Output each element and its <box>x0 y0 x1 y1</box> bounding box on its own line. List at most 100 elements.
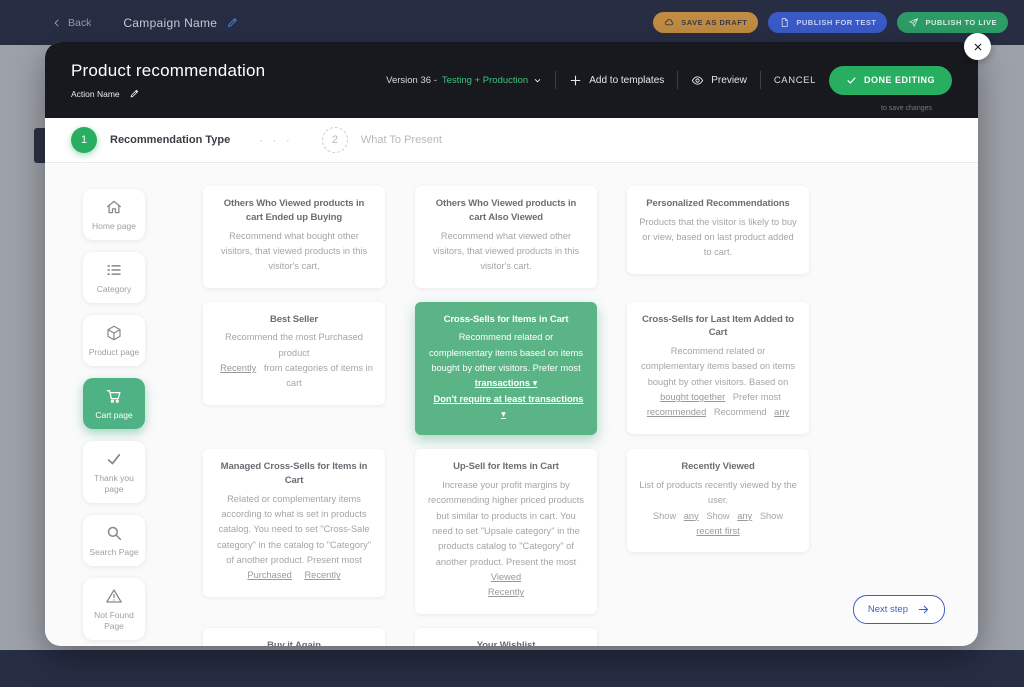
edit-campaign-name-icon[interactable] <box>226 16 239 29</box>
bottom-bar <box>0 650 1024 687</box>
list-icon <box>105 261 123 279</box>
card-option-link[interactable]: Purchased <box>247 570 291 580</box>
card-title: Personalized Recommendations <box>638 197 798 211</box>
sidebar-item-home-page[interactable]: Home page <box>83 189 145 240</box>
card-description: Recommend what viewed other visitors, th… <box>426 229 586 275</box>
sidebar-item-label: Category <box>97 284 132 295</box>
arrow-right-icon <box>917 603 930 616</box>
cart-icon <box>105 387 123 405</box>
check-icon <box>846 75 857 86</box>
sidebar-item-category[interactable]: Category <box>83 252 145 303</box>
done-editing-button[interactable]: DONE EDITING <box>829 66 952 95</box>
sidebar-item-not-found-page[interactable]: Not Found Page <box>83 578 145 640</box>
recommendation-card[interactable]: Cross-Sells for Items in Cart Recommend r… <box>415 302 597 436</box>
card-option-link[interactable]: Recently <box>488 587 524 597</box>
close-modal-button[interactable] <box>964 33 991 60</box>
cloud-icon <box>664 17 675 28</box>
card-description: Increase your profit margins by recommen… <box>426 478 586 601</box>
card-option-link[interactable]: recommended <box>647 407 706 417</box>
divider <box>677 71 678 89</box>
card-title: Best Seller <box>214 313 374 327</box>
back-button[interactable]: Back <box>52 17 91 29</box>
search-icon <box>105 524 123 542</box>
top-bar: Back Campaign Name SAVE AS DRAFT PUBLISH… <box>0 0 1024 45</box>
card-option-link[interactable]: any <box>684 511 699 521</box>
product-recommendation-modal: Product recommendation Action Name Versi… <box>45 42 978 646</box>
add-to-templates-button[interactable]: Add to templates <box>569 74 664 87</box>
page: { "topbar": { "back_label": "Back", "cam… <box>0 0 1024 687</box>
recommendation-card[interactable]: Up-Sell for Items in Cart Increase your p… <box>415 449 597 613</box>
done-editing-hint: to save changes <box>881 105 932 112</box>
eye-icon <box>691 74 704 87</box>
recommendation-card[interactable]: Managed Cross-Sells for Items in Cart Rel… <box>203 449 385 597</box>
modal-title: Product recommendation <box>71 61 265 81</box>
card-option-link[interactable]: recent first <box>696 526 739 536</box>
card-title: Buy it Again <box>214 639 374 646</box>
recommendation-card[interactable]: Cross-Sells for Last Item Added to CartR… <box>627 302 809 434</box>
card-description: Products that the visitor is likely to b… <box>638 215 798 261</box>
page-type-sidebar: Home page Category Product page Cart page Th… <box>83 189 145 640</box>
card-option-dropdown[interactable]: Don't require at least transactions ▾ <box>434 394 584 419</box>
modal-body: Home page Category Product page Cart page Th… <box>45 164 978 646</box>
sidebar-item-cart-page[interactable]: Cart page <box>83 378 145 429</box>
home-icon <box>105 198 123 216</box>
steps-bar: 1 Recommendation Type · · · 2 What To Pr… <box>45 118 978 163</box>
check-icon <box>105 450 123 468</box>
recommendation-card[interactable]: Your WishlistProducts from Personyze vis… <box>415 628 597 646</box>
sidebar-item-label: Thank you page <box>86 473 142 495</box>
card-title: Recently Viewed <box>638 460 798 474</box>
publish-to-live-button[interactable]: PUBLISH TO LIVE <box>897 12 1008 33</box>
publish-for-test-button[interactable]: PUBLISH FOR TEST <box>768 12 887 33</box>
sidebar-item-thank-you-page[interactable]: Thank you page <box>83 441 145 503</box>
modal-header: Product recommendation Action Name Versi… <box>45 42 978 118</box>
card-option-link[interactable]: Recently <box>220 363 256 373</box>
campaign-name: Campaign Name <box>123 16 239 30</box>
recommendation-card[interactable]: Personalized Recommendations Products tha… <box>627 186 809 274</box>
divider <box>760 71 761 89</box>
divider <box>555 71 556 89</box>
close-icon <box>972 41 984 53</box>
card-option-link[interactable]: any <box>774 407 789 417</box>
preview-button[interactable]: Preview <box>691 74 747 87</box>
topbar-actions: SAVE AS DRAFT PUBLISH FOR TEST PUBLISH T… <box>653 12 1008 33</box>
recommendation-card[interactable]: Others Who Viewed products in cart Also … <box>415 186 597 288</box>
card-title: Cross-Sells for Items in Cart <box>426 313 586 327</box>
card-option-link[interactable]: Recently <box>304 570 340 580</box>
card-title: Managed Cross-Sells for Items in Cart <box>214 460 374 488</box>
step-1-circle: 1 <box>71 127 97 153</box>
card-description: Related or complementary items according… <box>214 492 374 584</box>
sidebar-item-label: Product page <box>89 347 140 358</box>
recommendation-card[interactable]: Others Who Viewed products in cart Ended… <box>203 186 385 288</box>
cube-icon <box>105 324 123 342</box>
sidebar-item-search-page[interactable]: Search Page <box>83 515 145 566</box>
card-description: Recommend related or complementary items… <box>638 344 798 421</box>
next-step-button[interactable]: Next step <box>853 595 945 624</box>
recommendation-card[interactable]: Buy it AgainList of products the visitor… <box>203 628 385 646</box>
cancel-button[interactable]: CANCEL <box>774 75 816 86</box>
card-option-dropdown[interactable]: transactions ▾ <box>475 378 538 388</box>
action-name: Action Name <box>71 88 265 99</box>
recommendation-card[interactable]: Recently ViewedList of products recently… <box>627 449 809 552</box>
edit-action-name-icon[interactable] <box>129 88 140 99</box>
card-option-link[interactable]: Viewed <box>491 572 521 582</box>
save-as-draft-button[interactable]: SAVE AS DRAFT <box>653 12 758 33</box>
version-selector[interactable]: Version 36 - Testing + Production <box>386 75 542 86</box>
steps-separator: · · · <box>259 133 293 147</box>
warning-icon <box>105 587 123 605</box>
card-description: Recommend related or complementary items… <box>426 330 586 422</box>
sidebar-item-product-page[interactable]: Product page <box>83 315 145 366</box>
card-option-link[interactable]: bought together <box>660 392 725 402</box>
card-description: Recommend the most Purchased product Rec… <box>214 330 374 391</box>
step-2-label: What To Present <box>361 134 442 146</box>
card-title: Up-Sell for Items in Cart <box>426 460 586 474</box>
document-icon <box>779 17 790 28</box>
sidebar-item-label: Search Page <box>89 547 138 558</box>
card-option-link[interactable]: any <box>737 511 752 521</box>
back-label: Back <box>68 17 91 29</box>
step-1-label: Recommendation Type <box>110 134 230 146</box>
recommendation-card[interactable]: Best Seller Recommend the most Purchased … <box>203 302 385 405</box>
plus-icon <box>569 74 582 87</box>
card-title: Others Who Viewed products in cart Also … <box>426 197 586 225</box>
chevron-left-icon <box>52 18 62 28</box>
step-2-circle[interactable]: 2 <box>322 127 348 153</box>
